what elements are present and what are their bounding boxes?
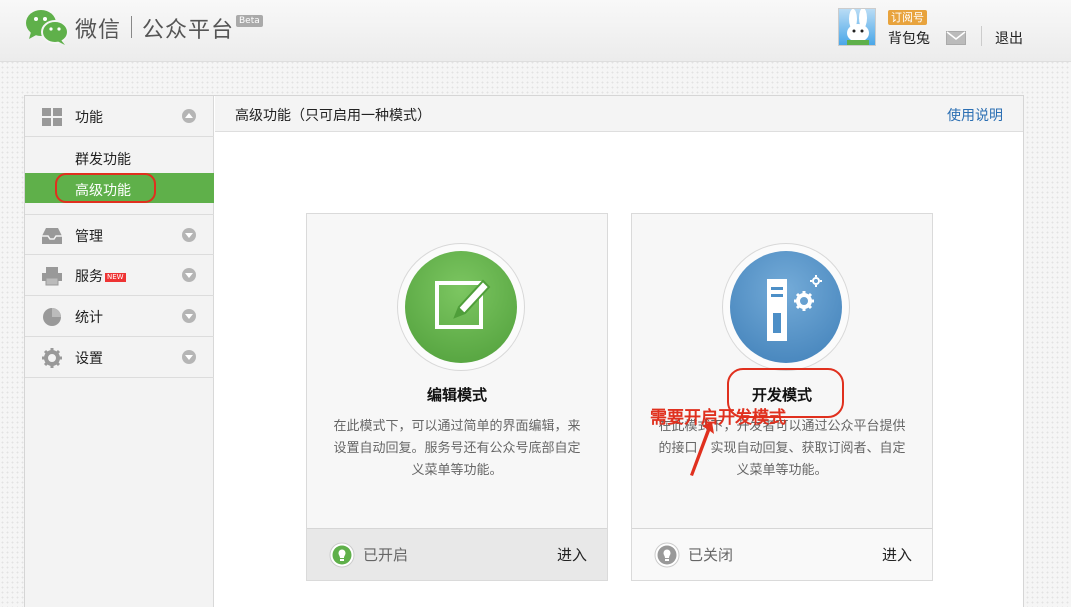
- top-header: 微信 公众平台 Beta 订阅号 背包兔 退出: [0, 0, 1071, 62]
- sidebar-section-label: 统计: [75, 310, 103, 326]
- status-label: 已关闭: [688, 546, 734, 564]
- bulb-off-icon: [654, 542, 680, 568]
- content-header: 高级功能（只可启用一种模式） 使用说明: [215, 96, 1023, 132]
- sidebar-section-manage[interactable]: 管理: [25, 214, 214, 255]
- sidebar-item-advanced[interactable]: 高级功能: [25, 173, 214, 203]
- logo-text: 微信: [75, 18, 122, 43]
- sidebar-section-stats[interactable]: 统计: [25, 296, 214, 337]
- logo-separator: [131, 16, 132, 38]
- dev-mode-disc: [730, 251, 842, 363]
- logout-link[interactable]: 退出: [995, 28, 1023, 48]
- edit-mode-card: 编辑模式 在此模式下，可以通过简单的界面编辑，来设置自动回复。服务号还有公众号底…: [306, 213, 608, 581]
- grid-icon: [42, 108, 62, 126]
- card-description: 在此模式下，可以通过简单的界面编辑，来设置自动回复。服务号还有公众号底部自定义菜…: [333, 419, 581, 478]
- sidebar: 功能 群发功能 高级功能 管理 服务 NEW 统计 设置: [25, 96, 214, 607]
- enter-button[interactable]: 进入: [557, 544, 587, 565]
- annotation-arrow-icon: [690, 422, 714, 476]
- chevron-up-icon: [182, 109, 196, 123]
- logo-subtitle: 公众平台: [142, 18, 235, 43]
- dev-mode-icon-ring: [722, 243, 850, 371]
- sidebar-item-label: 群发功能: [75, 152, 131, 168]
- chevron-down-icon: [182, 350, 196, 364]
- sidebar-section-settings[interactable]: 设置: [25, 337, 214, 378]
- account-type-badge: 订阅号: [888, 10, 927, 25]
- edit-mode-icon-ring: [397, 243, 525, 371]
- help-link[interactable]: 使用说明: [947, 105, 1003, 125]
- card-footer: 已关闭 进入: [632, 528, 932, 580]
- beta-badge: Beta: [236, 15, 263, 27]
- sidebar-section-label: 功能: [75, 110, 103, 126]
- edit-mode-disc: [405, 251, 517, 363]
- sidebar-section-service[interactable]: 服务 NEW: [25, 255, 214, 296]
- header-separator: [981, 26, 982, 46]
- sidebar-section-label: 设置: [75, 351, 103, 367]
- wechat-logo-icon: [26, 10, 69, 45]
- gear-icon: [42, 348, 62, 368]
- sidebar-section-label: 服务 NEW: [75, 269, 126, 285]
- enter-button[interactable]: 进入: [882, 544, 912, 565]
- chevron-down-icon: [182, 268, 196, 282]
- sidebar-item-mass-send[interactable]: 群发功能: [25, 142, 214, 172]
- card-title: 开发模式: [751, 386, 812, 404]
- account-avatar[interactable]: [838, 8, 876, 46]
- server-gear-icon: [767, 275, 822, 341]
- rabbit-avatar-icon: [847, 9, 869, 45]
- card-footer: 已开启 进入: [307, 528, 607, 580]
- printer-icon: [42, 267, 62, 286]
- chevron-down-icon: [182, 309, 196, 323]
- chevron-down-icon: [182, 228, 196, 242]
- card-title: 编辑模式: [426, 386, 487, 404]
- edit-icon: [435, 279, 491, 329]
- pie-chart-icon: [43, 308, 61, 326]
- new-badge: NEW: [105, 272, 126, 282]
- status-label: 已开启: [363, 546, 409, 564]
- bulb-on-icon: [329, 542, 355, 568]
- account-name[interactable]: 背包兔: [888, 28, 930, 48]
- sidebar-item-label: 高级功能: [75, 183, 131, 199]
- page-title: 高级功能（只可启用一种模式）: [235, 108, 431, 124]
- inbox-icon: [42, 228, 62, 244]
- dev-mode-card: 开发模式 在此模式下，开发者可以通过公众平台提供的接口，实现自动回复、获取订阅者…: [631, 213, 933, 581]
- main-panel: 功能 群发功能 高级功能 管理 服务 NEW 统计 设置 高级功能（只可启用一种…: [24, 95, 1024, 607]
- sidebar-section-features[interactable]: 功能: [25, 96, 214, 137]
- sidebar-section-label: 管理: [75, 229, 103, 245]
- mail-icon[interactable]: [946, 31, 966, 45]
